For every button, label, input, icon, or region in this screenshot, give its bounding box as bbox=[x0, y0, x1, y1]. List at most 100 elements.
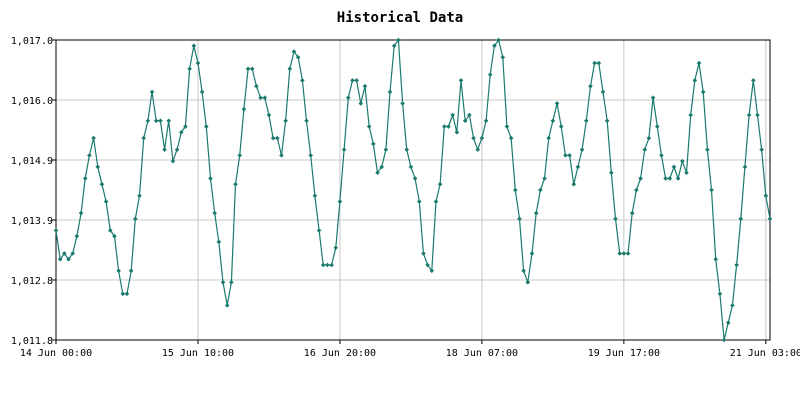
series-line bbox=[55, 38, 771, 341]
data-point bbox=[750, 78, 756, 83]
data-point bbox=[333, 245, 339, 250]
data-point bbox=[199, 89, 205, 95]
data-point bbox=[634, 187, 639, 193]
data-point bbox=[82, 176, 88, 181]
data-point bbox=[237, 153, 243, 158]
data-point bbox=[212, 210, 217, 216]
data-point bbox=[471, 135, 476, 141]
y-tick-label: 1,013.9 bbox=[11, 216, 53, 227]
data-point bbox=[437, 181, 443, 187]
data-point bbox=[487, 72, 493, 77]
data-point bbox=[746, 112, 752, 118]
x-tick-label: 14 Jun 00:00 bbox=[20, 348, 92, 359]
data-point bbox=[404, 147, 410, 152]
data-point bbox=[734, 262, 739, 268]
data-point bbox=[755, 112, 760, 118]
data-point bbox=[325, 262, 330, 268]
data-point bbox=[74, 233, 80, 239]
data-point bbox=[663, 176, 668, 181]
data-point bbox=[120, 291, 126, 297]
data-point bbox=[354, 78, 359, 83]
data-point bbox=[337, 199, 343, 204]
data-point bbox=[224, 303, 230, 308]
data-point bbox=[529, 251, 535, 256]
data-point bbox=[308, 153, 314, 158]
data-point bbox=[571, 181, 577, 187]
data-point bbox=[153, 118, 159, 124]
data-point bbox=[483, 118, 489, 124]
data-point bbox=[525, 280, 531, 285]
data-point bbox=[621, 251, 627, 256]
data-point bbox=[604, 118, 610, 124]
data-point bbox=[87, 153, 92, 158]
data-point bbox=[742, 164, 748, 170]
x-tick-label: 16 Jun 20:00 bbox=[304, 348, 376, 359]
x-tick-label: 18 Jun 07:00 bbox=[446, 348, 518, 359]
y-tick-label: 1,016.0 bbox=[11, 96, 53, 107]
data-point bbox=[233, 181, 238, 187]
data-point bbox=[137, 193, 142, 199]
data-point bbox=[312, 193, 318, 199]
data-point bbox=[408, 164, 414, 170]
data-point bbox=[366, 124, 372, 129]
data-point bbox=[287, 66, 293, 72]
y-tick-label: 1,012.8 bbox=[11, 276, 53, 287]
data-point bbox=[400, 101, 405, 106]
data-point bbox=[412, 176, 418, 181]
data-point bbox=[554, 101, 560, 106]
data-point bbox=[629, 210, 635, 216]
data-point bbox=[700, 89, 706, 95]
data-point bbox=[713, 256, 719, 262]
data-point bbox=[78, 210, 84, 216]
data-point bbox=[696, 60, 702, 66]
data-point bbox=[204, 124, 209, 129]
data-point bbox=[721, 337, 727, 343]
data-point bbox=[128, 268, 134, 274]
data-point bbox=[220, 280, 226, 285]
data-point bbox=[245, 66, 251, 72]
data-point bbox=[475, 147, 481, 152]
data-point bbox=[550, 118, 556, 124]
data-point bbox=[533, 210, 539, 216]
data-point bbox=[512, 187, 518, 193]
data-point bbox=[145, 118, 151, 124]
data-point bbox=[500, 55, 506, 60]
data-point bbox=[596, 60, 602, 66]
data-point bbox=[609, 170, 614, 175]
data-point bbox=[316, 228, 322, 233]
data-point bbox=[229, 280, 234, 285]
x-tick-label: 15 Jun 10:00 bbox=[162, 348, 234, 359]
data-series bbox=[53, 37, 773, 343]
data-point bbox=[262, 95, 268, 100]
data-point bbox=[166, 118, 172, 124]
data-point bbox=[579, 147, 585, 152]
data-point bbox=[116, 268, 121, 274]
data-point bbox=[99, 181, 105, 187]
data-point bbox=[504, 124, 510, 129]
data-point bbox=[304, 118, 309, 124]
data-point bbox=[300, 78, 305, 83]
data-point bbox=[341, 147, 347, 152]
data-point bbox=[730, 303, 735, 308]
data-point bbox=[508, 135, 514, 141]
data-point bbox=[216, 239, 222, 245]
data-point bbox=[763, 193, 769, 199]
grid bbox=[56, 40, 770, 340]
data-point bbox=[158, 118, 163, 124]
data-point bbox=[688, 112, 693, 118]
line-chart: Historical Data 1,011.81,012.81,013.91,0… bbox=[11, 10, 800, 359]
data-point bbox=[141, 135, 146, 141]
data-point bbox=[258, 95, 263, 100]
data-point bbox=[149, 89, 155, 95]
data-point bbox=[95, 164, 101, 170]
data-point bbox=[709, 187, 714, 193]
data-point bbox=[249, 66, 255, 72]
data-point bbox=[642, 147, 648, 152]
data-point bbox=[416, 199, 422, 204]
data-point bbox=[546, 135, 552, 141]
data-point bbox=[638, 176, 643, 181]
data-point bbox=[625, 251, 631, 256]
data-point bbox=[358, 101, 364, 106]
data-point bbox=[254, 83, 259, 89]
data-point bbox=[538, 187, 543, 193]
